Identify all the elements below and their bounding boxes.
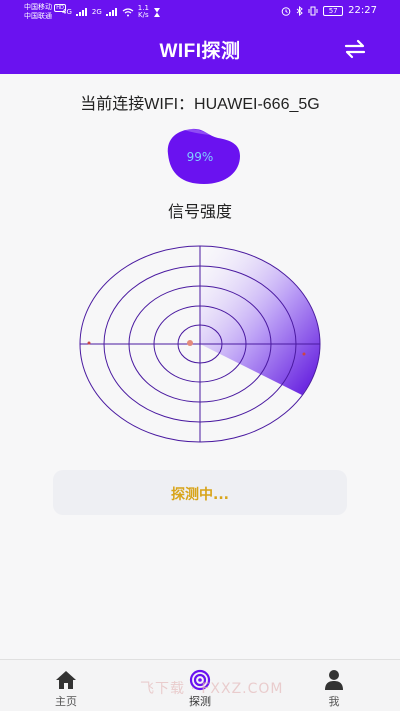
net-speed: 1.1 K/s (138, 5, 149, 19)
bluetooth-icon (296, 5, 303, 16)
network-type-2: 2G (91, 8, 102, 16)
current-wifi-label: 当前连接WIFI：HUAWEI-666_5G (80, 96, 320, 113)
radar-dot-left (87, 341, 91, 345)
app-header: 中国移动 HD 中国联通 4G 2G 1.1 K/s 57 22:27 WIFI… (0, 0, 400, 74)
net-speed-unit: K/s (138, 11, 149, 19)
wifi-status-icon (122, 7, 134, 16)
network-indicators: 4G 2G 1.1 K/s (62, 5, 161, 19)
radar-scanner (79, 245, 321, 443)
detection-status-box: 探测中... (53, 470, 347, 515)
carrier-primary: 中国移动 (24, 3, 52, 11)
person-icon (325, 670, 343, 690)
nav-me[interactable]: 我 (294, 660, 374, 711)
signal-bars-icon (75, 8, 87, 16)
signal-strength-label: 信号强度 (167, 202, 232, 221)
radar-dot-right (302, 352, 306, 356)
alarm-icon (281, 6, 291, 16)
carrier-info: 中国移动 HD 中国联通 (24, 3, 66, 20)
network-type-1: 4G (62, 8, 72, 16)
vibrate-icon (308, 6, 318, 15)
nav-me-label: 我 (328, 695, 340, 708)
system-indicators: 57 22:27 (281, 5, 377, 16)
status-bar: 中国移动 HD 中国联通 4G 2G 1.1 K/s 57 22:27 (0, 0, 400, 22)
signal-percent: 99% (186, 150, 214, 164)
signal-bars-icon-2 (105, 8, 117, 16)
page-title: WIFI探测 (159, 41, 241, 62)
home-icon (56, 671, 76, 689)
clock: 22:27 (348, 5, 377, 16)
switch-button[interactable] (343, 38, 367, 60)
detection-status-text: 探测中... (171, 487, 229, 503)
nav-home-label: 主页 (55, 695, 77, 708)
swap-arrows-icon (344, 39, 366, 59)
watermark: 飞下载 · FXXZ.COM (140, 681, 284, 697)
radar-sweep (200, 246, 320, 395)
nav-home[interactable]: 主页 (26, 660, 106, 711)
radar-dot-center (187, 340, 193, 346)
carrier-secondary: 中国联通 (24, 12, 52, 20)
hourglass-icon (153, 7, 160, 17)
battery-indicator: 57 (323, 5, 344, 16)
